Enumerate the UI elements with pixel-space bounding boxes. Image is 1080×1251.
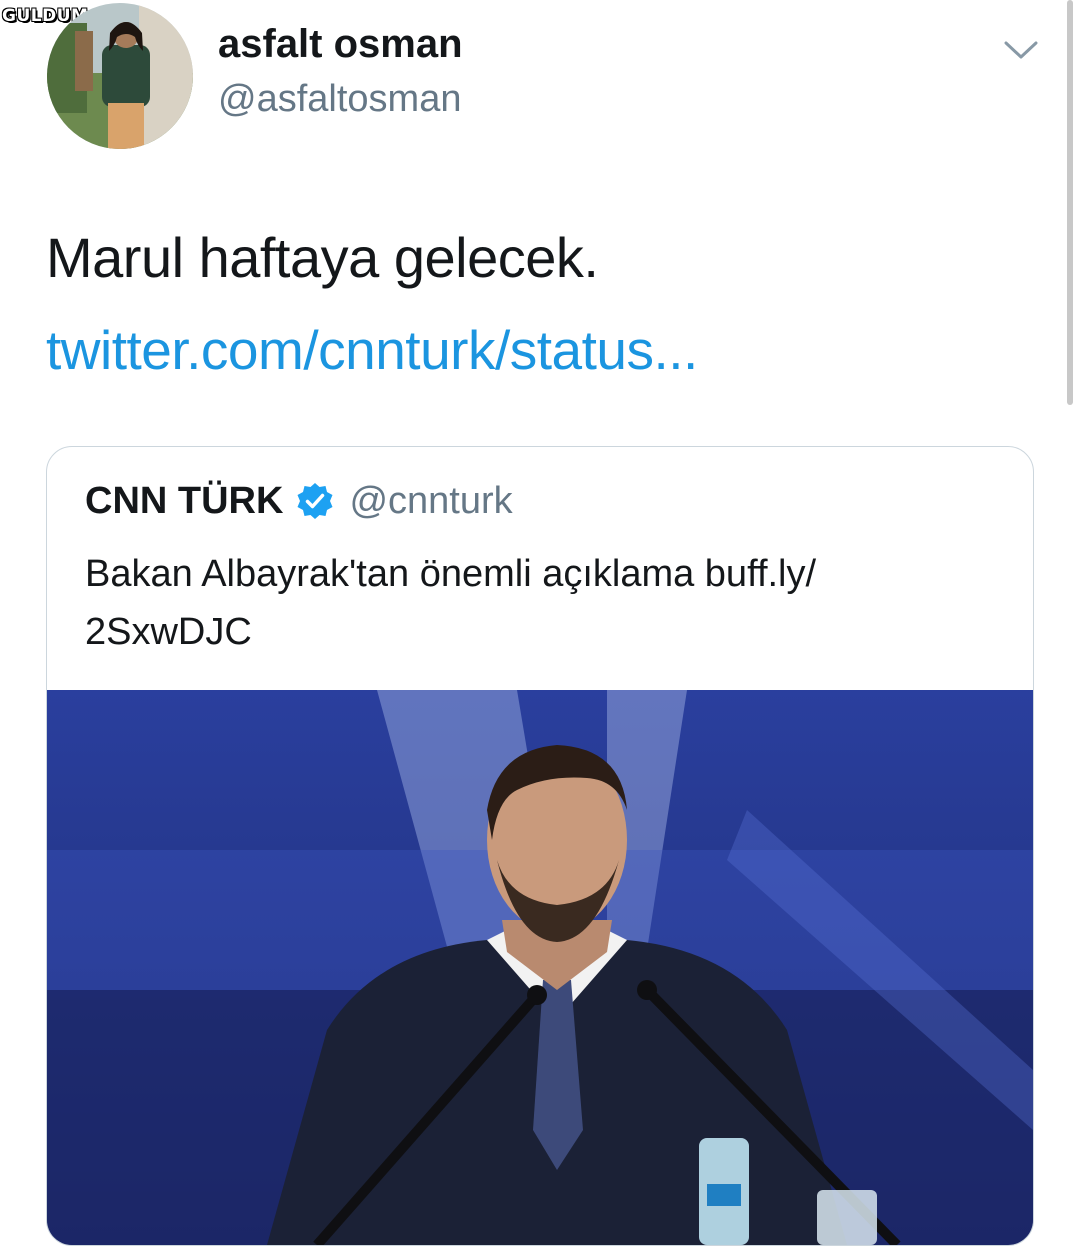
quoted-tweet-text: Bakan Albayrak'tan önemli açıklama buff.…	[85, 545, 985, 661]
chevron-down-icon[interactable]	[1003, 38, 1039, 62]
speaker-photo-icon	[47, 690, 1033, 1245]
quoted-author-name: CNN TÜRK	[85, 479, 284, 522]
tweet-text: Marul haftaya gelecek.	[46, 226, 599, 289]
author-name[interactable]: asfalt osman	[218, 22, 463, 67]
avatar[interactable]	[47, 3, 193, 149]
tweet-link[interactable]: twitter.com/cnnturk/status...	[46, 318, 698, 382]
verified-badge-icon	[297, 483, 333, 519]
quoted-tweet-text-line-1: Bakan Albayrak'tan önemli açıklama buff.…	[85, 553, 817, 595]
quoted-tweet-header: CNN TÜRK @cnnturk	[85, 479, 513, 523]
scrollbar[interactable]	[1067, 0, 1073, 405]
profile-photo-icon	[47, 3, 193, 149]
quoted-tweet-photo[interactable]	[47, 690, 1033, 1245]
quoted-author-handle: @cnnturk	[349, 479, 513, 522]
author-handle[interactable]: @asfaltosman	[218, 78, 461, 121]
quoted-tweet-text-line-2: 2SxwDJC	[85, 611, 252, 653]
quoted-tweet-card[interactable]: CNN TÜRK @cnnturk Bakan Albayrak'tan öne…	[46, 446, 1034, 1246]
